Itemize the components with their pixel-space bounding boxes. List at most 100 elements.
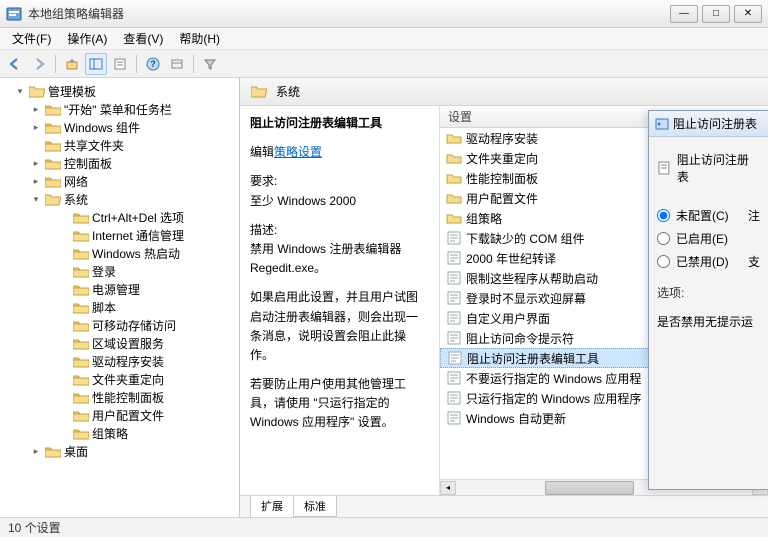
status-bar: 10 个设置 — [0, 517, 768, 537]
maximize-button[interactable]: □ — [702, 5, 730, 23]
expand-icon[interactable]: ▸ — [30, 445, 42, 457]
folder-icon — [73, 301, 89, 314]
scroll-left-arrow[interactable]: ◂ — [440, 481, 456, 495]
policy-icon — [446, 411, 462, 425]
up-button[interactable] — [61, 53, 83, 75]
tab-extended[interactable]: 扩展 — [250, 496, 294, 517]
tree-node[interactable]: Internet 通信管理 — [2, 226, 237, 244]
expand-placeholder — [58, 265, 70, 277]
expand-icon[interactable]: ▸ — [30, 103, 42, 115]
folder-icon — [446, 131, 462, 145]
list-item-label: 下载缺少的 COM 组件 — [466, 230, 585, 247]
tree-pane[interactable]: ▾ 管理模板 ▸ "开始" 菜单和任务栏 ▸ Windows 组件共享文件夹▸控制面板… — [0, 78, 240, 517]
radio-not-configured-label: 未配置(C) — [676, 207, 729, 224]
tree-node[interactable]: Ctrl+Alt+Del 选项 — [2, 208, 237, 226]
folder-icon — [45, 103, 61, 116]
tree-node[interactable]: 脚本 — [2, 298, 237, 316]
tree-node[interactable]: 可移动存储访问 — [2, 316, 237, 334]
folder-icon — [73, 211, 89, 224]
tree-label: 系统 — [64, 191, 88, 208]
list-item-label: 阻止访问命令提示符 — [466, 330, 574, 347]
description-panel: 阻止访问注册表编辑工具 编辑策略设置 要求:至少 Windows 2000 描述… — [240, 106, 440, 495]
folder-icon — [73, 391, 89, 404]
expand-icon[interactable]: ▸ — [30, 121, 42, 133]
tree-label: Ctrl+Alt+Del 选项 — [92, 209, 184, 226]
policy-icon — [446, 371, 462, 385]
status-text: 10 个设置 — [8, 519, 61, 536]
tree-label: 管理模板 — [48, 83, 96, 100]
menu-action[interactable]: 操作(A) — [59, 28, 115, 49]
properties-button[interactable] — [109, 53, 131, 75]
list-item-label: 组策略 — [466, 210, 502, 227]
folder-icon — [73, 265, 89, 278]
tree-node[interactable]: 性能控制面板 — [2, 388, 237, 406]
tree-node[interactable]: Windows 热启动 — [2, 244, 237, 262]
policy-icon — [446, 251, 462, 265]
scroll-thumb[interactable] — [545, 481, 634, 495]
close-button[interactable]: ✕ — [734, 5, 762, 23]
minimize-button[interactable]: — — [670, 5, 698, 23]
menu-file[interactable]: 文件(F) — [4, 28, 59, 49]
tree-node[interactable]: 共享文件夹 — [2, 136, 237, 154]
radio-disabled[interactable] — [657, 255, 670, 268]
app-icon — [6, 6, 22, 22]
edit-policy-link[interactable]: 策略设置 — [274, 145, 322, 159]
folder-icon — [73, 229, 89, 242]
tree-node[interactable]: 区域设置服务 — [2, 334, 237, 352]
tree-label: Internet 通信管理 — [92, 227, 184, 244]
collapse-icon[interactable]: ▾ — [30, 193, 42, 205]
radio-enabled[interactable] — [657, 232, 670, 245]
title-bar: 本地组策略编辑器 — □ ✕ — [0, 0, 768, 28]
radio-not-configured[interactable] — [657, 209, 670, 222]
expand-placeholder — [58, 247, 70, 259]
options-button[interactable] — [166, 53, 188, 75]
tree-label: 组策略 — [92, 425, 128, 442]
forward-button[interactable] — [28, 53, 50, 75]
menu-help[interactable]: 帮助(H) — [171, 28, 228, 49]
tree-node[interactable]: 驱动程序安装 — [2, 352, 237, 370]
tree-node[interactable]: 用户配置文件 — [2, 406, 237, 424]
menu-bar: 文件(F) 操作(A) 查看(V) 帮助(H) — [0, 28, 768, 50]
expand-icon[interactable]: ▸ — [30, 157, 42, 169]
toolbar-separator — [55, 55, 56, 73]
tree-node[interactable]: 电源管理 — [2, 280, 237, 298]
help-button[interactable]: ? — [142, 53, 164, 75]
tree-label: Windows 组件 — [64, 119, 140, 136]
tree-node-root[interactable]: ▾ 管理模板 — [2, 82, 237, 100]
tree-label: "开始" 菜单和任务栏 — [64, 101, 172, 118]
toolbar-separator — [193, 55, 194, 73]
req-label: 要求: — [250, 174, 277, 188]
tree-node[interactable]: ▸ "开始" 菜单和任务栏 — [2, 100, 237, 118]
policy-icon — [447, 351, 463, 365]
tree-node[interactable]: ▾ 系统 — [2, 190, 237, 208]
expand-icon[interactable] — [30, 139, 42, 151]
toolbar-separator — [136, 55, 137, 73]
folder-icon — [73, 409, 89, 422]
folder-icon — [45, 139, 61, 152]
option-text: 是否禁用无提示运 — [657, 313, 760, 330]
expand-placeholder — [58, 211, 70, 223]
tree-node[interactable]: ▸网络 — [2, 172, 237, 190]
back-button[interactable] — [4, 53, 26, 75]
policy-icon — [446, 331, 462, 345]
expand-placeholder — [58, 337, 70, 349]
filter-button[interactable] — [199, 53, 221, 75]
expand-icon[interactable]: ▸ — [30, 175, 42, 187]
tree-label: 驱动程序安装 — [92, 353, 164, 370]
dialog-subtitle: 阻止访问注册表 — [677, 151, 760, 185]
tree-node[interactable]: 登录 — [2, 262, 237, 280]
list-item-label: 驱动程序安装 — [466, 130, 538, 147]
menu-view[interactable]: 查看(V) — [115, 28, 171, 49]
collapse-icon[interactable]: ▾ — [14, 85, 26, 97]
show-tree-button[interactable] — [85, 53, 107, 75]
tree-node[interactable]: 文件夹重定向 — [2, 370, 237, 388]
tree-node[interactable]: ▸ Windows 组件 — [2, 118, 237, 136]
folder-open-icon — [29, 85, 45, 98]
tab-standard[interactable]: 标准 — [293, 496, 337, 517]
tree-node[interactable]: 组策略 — [2, 424, 237, 442]
folder-open-icon — [45, 193, 61, 206]
list-item-label: 登录时不显示欢迎屏幕 — [466, 290, 586, 307]
tree-label: 桌面 — [64, 443, 88, 460]
tree-node[interactable]: ▸ 桌面 — [2, 442, 237, 460]
tree-node[interactable]: ▸控制面板 — [2, 154, 237, 172]
